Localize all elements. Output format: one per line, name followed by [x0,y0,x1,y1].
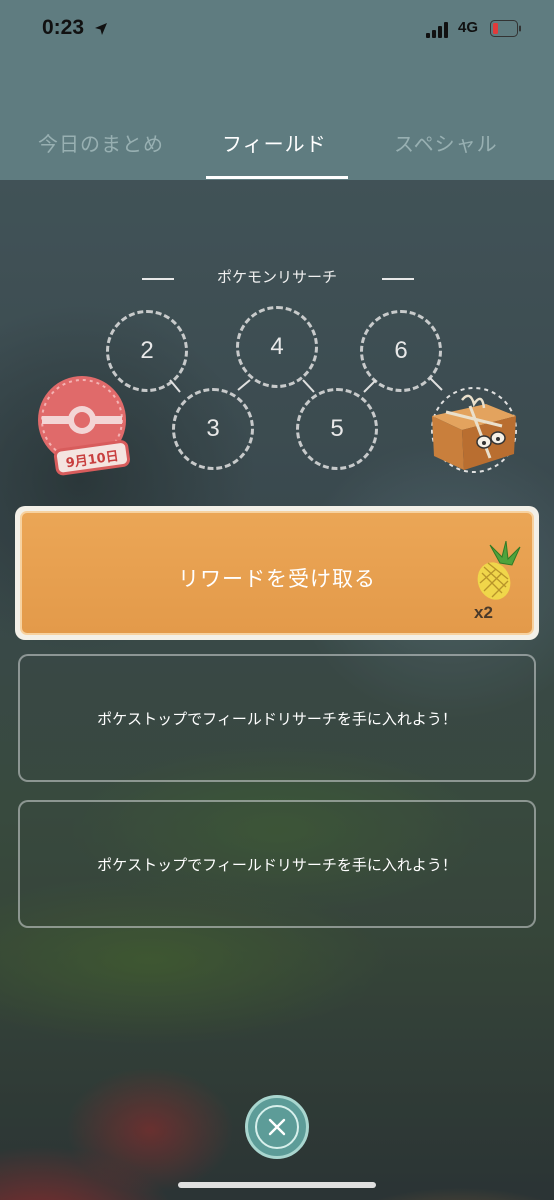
task-text: ポケストップでフィールドリサーチを手に入れよう！ [97,710,457,728]
close-button[interactable] [245,1095,309,1159]
research-step-5: 5 [296,388,378,470]
status-bar: 0:23 4G [0,0,554,60]
tab-field[interactable]: フィールド [222,128,327,157]
home-indicator[interactable] [178,1182,376,1188]
header: 0:23 4G 今日のまとめ フィールド スペシャル [0,0,554,180]
research-step-3: 3 [172,388,254,470]
reward-quantity: x2 [474,603,493,622]
claim-reward-button[interactable]: リワードを受け取る x2 [15,506,539,640]
signal-icon [426,22,448,38]
box-icon [431,387,517,473]
battery-icon [490,20,521,37]
location-arrow-icon [95,23,107,35]
research-title: ポケモンリサーチ [216,268,337,286]
research-task-card[interactable]: ポケストップでフィールドリサーチを手に入れよう！ [18,654,536,782]
pinap-berry-icon [477,541,521,600]
pokeball-stamp-icon: 9月10日 [38,376,131,476]
close-icon [268,1118,286,1136]
research-task-card[interactable]: ポケストップでフィールドリサーチを手に入れよう！ [18,800,536,928]
active-tab-indicator [206,176,348,179]
close-button-ring [255,1105,299,1149]
claim-reward-button-face[interactable]: リワードを受け取る x2 [20,511,534,635]
tab-special[interactable]: スペシャル [394,128,498,157]
task-text: ポケストップでフィールドリサーチを手に入れよう！ [97,856,457,874]
tab-today-summary[interactable]: 今日のまとめ [38,128,164,157]
research-step-6: 6 [360,310,442,392]
status-time: 0:23 [42,16,85,39]
title-line-right [382,278,414,280]
research-step-4: 4 [236,306,318,388]
tab-bar: 今日のまとめ フィールド スペシャル [0,120,554,180]
claim-reward-label: リワードを受け取る [178,567,376,591]
network-type: 4G [458,19,479,36]
